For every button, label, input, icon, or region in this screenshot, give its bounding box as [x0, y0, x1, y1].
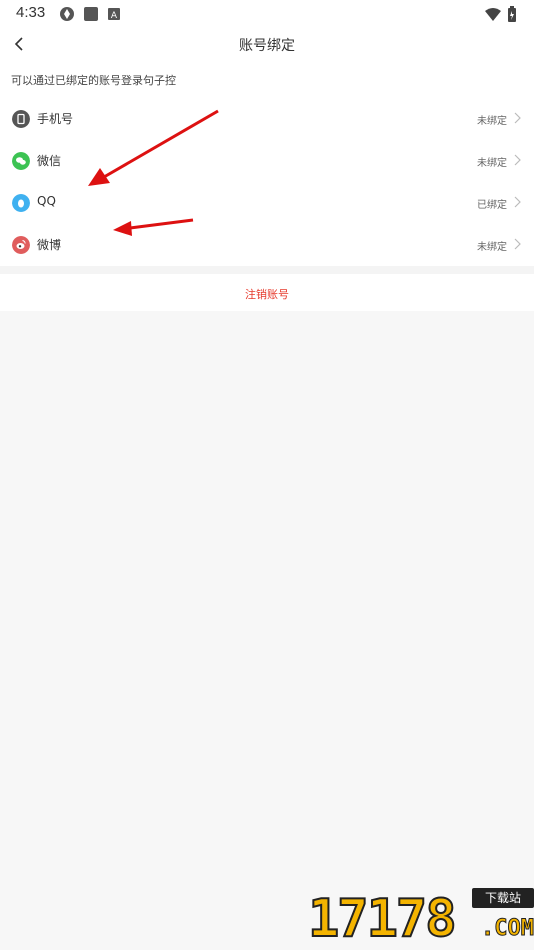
- watermark-digits: 17178: [307, 888, 458, 950]
- wifi-icon: [485, 8, 501, 21]
- svg-text:A: A: [111, 11, 118, 20]
- chevron-right-icon: [514, 154, 521, 166]
- chevron-right-icon: [514, 238, 521, 250]
- bind-list: 手机号 未绑定 微信 未绑定 QQ 已绑定 微博 未绑定: [0, 98, 534, 266]
- bind-row-label: 微博: [37, 238, 62, 252]
- nav-bar: 账号绑定: [0, 28, 534, 62]
- section-divider: [0, 266, 534, 274]
- cancel-account-label: 注销账号: [245, 288, 289, 301]
- bind-row-status: 未绑定: [477, 242, 507, 253]
- bind-row-status: 未绑定: [477, 158, 507, 169]
- watermark-badge: 下载站: [472, 888, 534, 908]
- bind-row-phone[interactable]: 手机号 未绑定: [0, 98, 534, 140]
- hint-text: 可以通过已绑定的账号登录句子控: [11, 74, 176, 87]
- bind-row-status: 未绑定: [477, 116, 507, 127]
- status-bar: 4:33 A: [0, 0, 534, 28]
- page-title: 账号绑定: [239, 38, 295, 54]
- bind-row-weibo[interactable]: 微博 未绑定: [0, 224, 534, 266]
- a-icon: A: [108, 8, 120, 20]
- wechat-icon: [12, 152, 30, 170]
- bind-row-wechat[interactable]: 微信 未绑定: [0, 140, 534, 182]
- square-icon: [84, 7, 98, 21]
- watermark-suffix: .COM: [481, 916, 534, 942]
- chevron-right-icon: [514, 196, 521, 208]
- chevron-right-icon: [514, 112, 521, 124]
- bind-row-qq[interactable]: QQ 已绑定: [0, 182, 534, 224]
- bind-row-status: 已绑定: [477, 200, 507, 211]
- phone-icon: [12, 110, 30, 128]
- bind-row-label: 微信: [37, 154, 62, 168]
- hint-area: 可以通过已绑定的账号登录句子控: [0, 62, 534, 98]
- battery-icon: [508, 6, 516, 22]
- cancel-account-button[interactable]: 注销账号: [0, 274, 534, 311]
- qq-icon: [12, 194, 30, 212]
- watermark-logo: 17178 下载站 .COM: [307, 888, 534, 950]
- bind-row-label: 手机号: [37, 112, 74, 126]
- app-icon: [60, 7, 74, 21]
- bind-row-label: QQ: [37, 194, 56, 208]
- status-time: 4:33: [16, 4, 46, 21]
- weibo-icon: [12, 236, 30, 254]
